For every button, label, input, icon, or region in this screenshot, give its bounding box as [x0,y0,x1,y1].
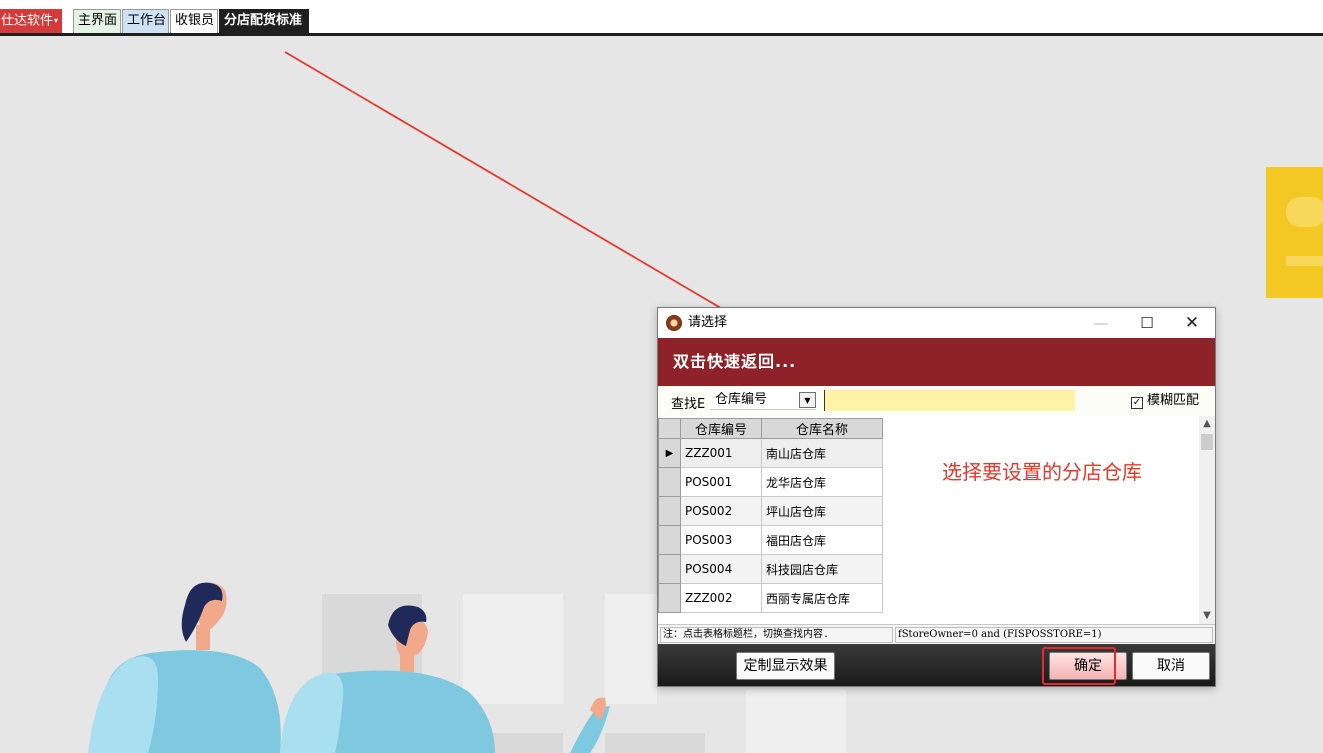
cell-warehouse-name[interactable]: 西丽专属店仓库 [761,583,883,613]
cell-warehouse-name[interactable]: 南山店仓库 [761,438,883,468]
bg-panel [605,733,705,753]
search-bar: 查找E 仓库编号 ▼ ✓ 模糊匹配 [658,386,1215,416]
tab-store-distribution-standard[interactable]: 分店配货标准 [219,9,309,33]
fuzzy-match-label: 模糊匹配 [1147,393,1200,408]
table-row[interactable]: ▶ ZZZ001 南山店仓库 [658,438,883,468]
close-icon[interactable]: ✕ [1169,308,1215,338]
cell-warehouse-code[interactable]: POS003 [680,525,762,555]
table-row[interactable]: POS001 龙华店仓库 [658,467,883,497]
caret-down-icon: ▾ [54,16,59,25]
app-icon [666,315,682,331]
status-filter-expression: fStoreOwner=0 and (FISPOSSTORE=1) [895,627,1213,643]
top-tab-bar: 仕达软件▾ 主界面 工作台 收银员 分店配货标准 [0,0,1323,36]
table-header-row: 仓库编号 仓库名称 [658,418,883,439]
person-illustration [280,605,610,753]
bg-panel [463,594,563,704]
brand-label: 仕达软件 [1,13,54,29]
tab-workbench[interactable]: 工作台 [122,9,169,33]
row-indicator [658,583,681,613]
dialog-title: 请选择 [688,315,728,330]
tab-home[interactable]: 主界面 [73,9,121,33]
dialog-banner: 双击快速返回... [658,338,1215,386]
fuzzy-match-checkbox[interactable]: ✓ 模糊匹配 [1131,394,1199,409]
bg-panel [605,594,657,704]
row-indicator [658,496,681,526]
instruction-annotation: 选择要设置的分店仓库 [942,460,1142,484]
cell-warehouse-code[interactable]: ZZZ002 [680,583,762,613]
status-bar: 注：点击表格标题栏，切换查找内容. fStoreOwner=0 and (FIS… [658,624,1215,644]
table-row[interactable]: POS002 坪山店仓库 [658,496,883,526]
cancel-button[interactable]: 取消 [1132,652,1210,680]
decorative-yellow-card [1266,167,1323,298]
tab-cashier[interactable]: 收银员 [170,9,218,33]
cell-warehouse-code[interactable]: ZZZ001 [680,438,762,468]
table-row[interactable]: ZZZ002 西丽专属店仓库 [658,583,883,613]
table-row[interactable]: POS004 科技园店仓库 [658,554,883,584]
row-indicator [658,554,681,584]
row-indicator [658,467,681,497]
decorative-shape [1286,197,1323,227]
scroll-down-icon[interactable]: ▼ [1199,608,1215,624]
table-row[interactable]: POS003 福田店仓库 [658,525,883,555]
bg-panel [746,690,846,753]
warehouse-table: 仓库编号 仓库名称 ▶ ZZZ001 南山店仓库 POS001 龙华店仓库 PO [658,418,883,613]
scroll-up-icon[interactable]: ▲ [1199,416,1215,432]
cell-warehouse-code[interactable]: POS001 [680,467,762,497]
search-field-value: 仓库编号 [715,392,768,407]
minimize-icon[interactable]: — [1078,308,1124,338]
column-header-name[interactable]: 仓库名称 [761,418,883,439]
scroll-thumb[interactable] [1201,434,1213,450]
person-illustration [88,582,281,753]
current-row-pointer-icon: ▶ [658,438,681,468]
checkbox-checked-icon[interactable]: ✓ [1131,397,1143,409]
search-field-select[interactable]: 仓库编号 ▼ [710,391,816,410]
cell-warehouse-code[interactable]: POS004 [680,554,762,584]
customize-display-button[interactable]: 定制显示效果 [736,652,835,680]
decorative-shape [1286,256,1323,266]
ok-button[interactable]: 确定 [1049,652,1127,680]
maximize-icon[interactable]: ☐ [1124,308,1170,338]
search-input[interactable] [824,390,1075,411]
cell-warehouse-name[interactable]: 坪山店仓库 [761,496,883,526]
dialog-titlebar[interactable]: 请选择 — ☐ ✕ [658,308,1215,338]
dialog-footer: 定制显示效果 确定 取消 [658,644,1215,686]
brand-menu-button[interactable]: 仕达软件▾ [0,9,62,33]
cell-warehouse-code[interactable]: POS002 [680,496,762,526]
dropdown-arrow-icon[interactable]: ▼ [799,392,816,408]
vertical-scrollbar[interactable]: ▲ ▼ [1199,416,1215,624]
cell-warehouse-name[interactable]: 龙华店仓库 [761,467,883,497]
cell-warehouse-name[interactable]: 福田店仓库 [761,525,883,555]
select-warehouse-dialog: 请选择 — ☐ ✕ 双击快速返回... 查找E 仓库编号 ▼ ✓ 模糊匹配 仓库编… [657,307,1216,687]
row-indicator [658,525,681,555]
status-note: 注：点击表格标题栏，切换查找内容. [660,627,893,643]
column-header-code[interactable]: 仓库编号 [680,418,762,439]
warehouse-grid-area: 仓库编号 仓库名称 ▶ ZZZ001 南山店仓库 POS001 龙华店仓库 PO [658,416,1215,624]
cell-warehouse-name[interactable]: 科技园店仓库 [761,554,883,584]
search-label: 查找E [671,397,706,412]
bg-panel [322,594,422,704]
row-indicator-header [658,418,681,439]
bg-panel [463,733,563,753]
arrow-line [284,51,749,325]
